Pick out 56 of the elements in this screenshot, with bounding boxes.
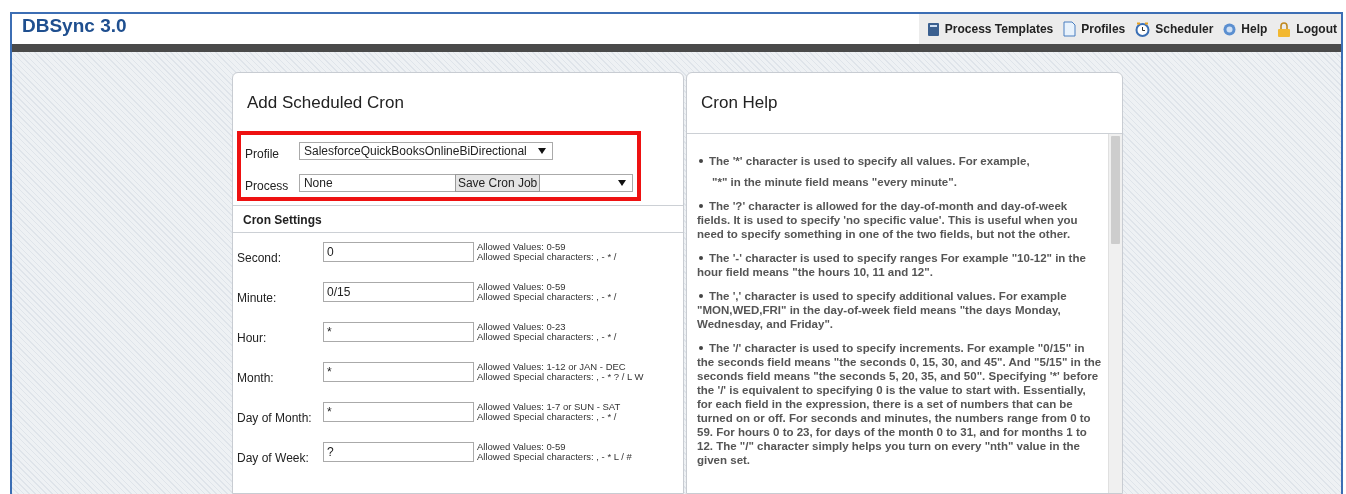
clock-icon xyxy=(1135,21,1151,37)
field-label: Hour: xyxy=(237,330,268,345)
special-characters-hint: Allowed Special characters: , - * / xyxy=(477,252,617,262)
book-icon xyxy=(926,21,940,37)
field-label: Process xyxy=(245,178,290,193)
scrollbar[interactable] xyxy=(1108,134,1122,493)
input-field[interactable]: * xyxy=(323,402,474,422)
nav-link[interactable]: Profiles xyxy=(1063,21,1126,37)
field-label: Day of Week: xyxy=(237,450,310,465)
nav-link[interactable]: Process Templates xyxy=(926,21,1054,37)
padlock-icon xyxy=(1277,21,1292,37)
allowed-values-hint: Allowed Values: 0-59 xyxy=(477,442,567,452)
input-field[interactable]: ? xyxy=(323,442,474,462)
input-field[interactable]: * xyxy=(323,362,474,382)
bullet-icon xyxy=(699,345,703,350)
allowed-values-hint: Allowed Values: 1-7 or SUN - SAT xyxy=(477,402,621,412)
profile-dropdown[interactable]: SalesforceQuickBooksOnlineBiDirectional xyxy=(299,142,553,160)
bullet-icon xyxy=(699,255,703,260)
allowed-values-hint: Allowed Values: 0-59 xyxy=(477,282,567,292)
special-characters-hint: Allowed Special characters: , - * / xyxy=(477,292,617,302)
special-characters-hint: Allowed Special characters: , - * / xyxy=(477,332,617,342)
process-dropdown[interactable]: None Save Cron Job xyxy=(298,174,633,192)
special-characters-hint: Allowed Special characters: , - * L / # xyxy=(477,452,632,462)
field-label: Minute: xyxy=(237,290,278,305)
input-field[interactable]: 0 xyxy=(323,242,474,262)
allowed-values-hint: Allowed Values: 0-59 xyxy=(477,242,567,252)
document-icon xyxy=(1063,21,1077,37)
bullet-icon xyxy=(699,293,703,298)
help-paragraph: The '?' character is allowed for the day-of-month and day-of-week fields. It is used to specify 'no specific value'. This is useful when you need to specify something in one of the two fields, but not the other. xyxy=(697,199,1079,241)
special-characters-hint: Allowed Special characters: , - * ? / L W xyxy=(477,372,644,382)
help-paragraph: "*" in the minute field means "every minute". xyxy=(711,175,958,189)
bullet-icon xyxy=(699,203,703,208)
caret-icon xyxy=(538,148,546,154)
nav-link[interactable]: Scheduler xyxy=(1135,21,1214,37)
allowed-values-hint: Allowed Values: 0-23 xyxy=(477,322,567,332)
nav-link[interactable]: Logout xyxy=(1277,21,1337,37)
help-paragraph: The '-' character is used to specify ranges For example "10-12" in the hour field means "the hours 10, 11 and 12". xyxy=(697,251,1087,279)
special-characters-hint: Allowed Special characters: , - * / xyxy=(477,412,618,422)
field-label: Second: xyxy=(237,250,283,265)
section-title: Cron Settings xyxy=(242,212,323,229)
input-field[interactable]: * xyxy=(323,322,474,342)
caret-icon xyxy=(618,180,626,186)
help-paragraph: The '*' character is used to specify all values. For example, xyxy=(697,154,1102,168)
field-label: Day of Month: xyxy=(237,410,313,425)
panel-title: Add Scheduled Cron xyxy=(246,92,405,114)
nav-link[interactable]: Help xyxy=(1223,22,1268,36)
help-paragraph: The ',' character is used to specify additional values. For example "MON,WED,FRI" in the day-of-week field means "the days Monday, Wednesday, and Friday". xyxy=(697,289,1068,331)
field-label: Profile xyxy=(245,146,280,161)
input-field[interactable]: 0/15 xyxy=(323,282,474,302)
allowed-values-hint: Allowed Values: 1-12 or JAN - DEC xyxy=(477,362,627,372)
bullet-icon xyxy=(699,158,703,163)
help-paragraph: The '/' character is used to specify increments. For example "0/15" in the seconds field means "the seconds 0, 15, 30, and 45". And "5/15" in the seconds field means "the seconds 5, 20, 35, and 50". Specifying '*' before the '/' is equivalent to specifying 0 is the value to start with. Essentially, for each field in the expression, there is a set of numbers that can be turned on or off. For seconds and minutes, the numbers range from 0 to 59. For hours 0 to 23, for days of the month 0 to 31, and for months 1 to 12. The "/" character simply helps you turn on every "nth" value in the given set. xyxy=(697,341,1102,467)
field-label: Month: xyxy=(237,370,275,385)
panel-title: Cron Help xyxy=(700,92,779,114)
save-button[interactable]: Save Cron Job xyxy=(454,174,541,192)
app-logo: DBSync 3.0 xyxy=(21,15,127,37)
